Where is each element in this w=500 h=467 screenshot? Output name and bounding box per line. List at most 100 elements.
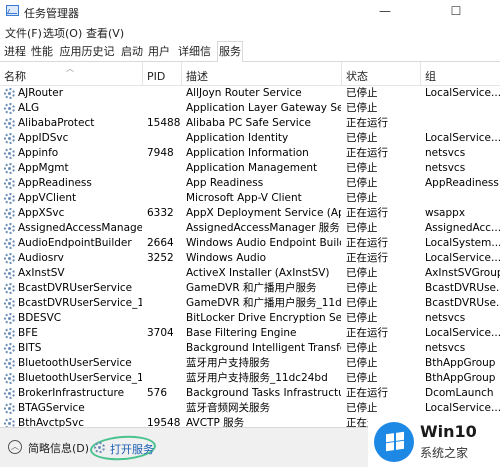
service-desc: Background Tasks Infrastructur... (186, 387, 341, 399)
column-description-label: 描述 (186, 70, 208, 83)
maximize-button[interactable]: ☐ (433, 0, 479, 24)
service-desc: AppX Deployment Service (Ap... (186, 207, 341, 219)
service-desc: Microsoft App-V Client (186, 192, 302, 204)
service-group: netsvcs (425, 162, 466, 174)
service-desc: 蓝牙音频网关服务 (186, 402, 270, 414)
service-row[interactable]: BcastDVRUserService GameDVR 和广播用户服务 已停止 Bca… (0, 281, 500, 296)
service-desc: Background Intelligent Transfer... (186, 342, 341, 354)
tab-details[interactable]: 详细信息 (173, 41, 216, 77)
service-row[interactable]: BDESVC BitLocker Drive Encryption Serv...… (0, 311, 500, 326)
service-status: 正在运行 (346, 252, 388, 264)
title-bar: 任务管理器 — ☐ (0, 0, 500, 24)
column-status-label: 状态 (346, 70, 368, 83)
service-row[interactable]: AJRouter AllJoyn Router Service 已停止 LocalSe… (0, 86, 500, 101)
service-group: netsvcs (425, 342, 466, 354)
service-name: AlibabaProtect (18, 117, 95, 129)
service-status: 已停止 (346, 282, 378, 294)
chevron-up-icon[interactable]: ︿ (8, 440, 22, 454)
service-status: 已停止 (346, 312, 378, 324)
service-desc: GameDVR 和广播用户服务 (186, 282, 317, 294)
service-status: 正在运行 (346, 117, 388, 129)
service-gear-icon (4, 208, 15, 219)
service-desc: Application Layer Gateway Serv... (186, 102, 341, 114)
service-row[interactable]: BITS Background Intelligent Transfer... 已停… (0, 341, 500, 356)
tab-processes[interactable]: 进程 (2, 41, 28, 61)
service-group: DcomLaunch (425, 387, 494, 399)
menu-view[interactable]: 查看(V) (86, 25, 124, 41)
service-name: BFE (18, 327, 38, 339)
service-row[interactable]: AppReadiness App Readiness 已停止 AppReadiness (0, 176, 500, 191)
service-name: ALG (18, 102, 40, 114)
tab-services[interactable]: 服务 (217, 41, 243, 62)
menu-options[interactable]: 选项(O) (43, 25, 82, 41)
service-status: 已停止 (346, 192, 378, 204)
service-row[interactable]: Audiosrv 3252 Windows Audio 正在运行 LocalServic… (0, 251, 500, 266)
service-gear-icon (4, 403, 15, 414)
service-gear-icon (4, 298, 15, 309)
watermark-site: 系统之家 (420, 446, 469, 460)
service-group: AssignedAcc... (425, 222, 500, 234)
tab-startup[interactable]: 启动 (119, 41, 145, 61)
service-gear-icon (4, 358, 15, 369)
service-status: 正在运行 (346, 147, 388, 159)
service-name: BcastDVRUserService (18, 282, 133, 294)
column-group-header[interactable]: 组 (421, 62, 500, 85)
service-row[interactable]: BTAGService 蓝牙音频网关服务 已停止 LocalService... (0, 401, 500, 416)
service-gear-icon (4, 238, 15, 249)
service-desc: Application Information (186, 147, 309, 159)
service-status: 已停止 (346, 342, 378, 354)
service-gear-icon (4, 373, 15, 384)
column-name-header[interactable]: ︿ 名称 (0, 62, 143, 85)
column-name-label: 名称 (4, 70, 26, 83)
service-pid: 15488 (147, 117, 181, 129)
service-pid: 3252 (147, 252, 174, 264)
service-name: AppVClient (18, 192, 77, 204)
service-pid: 7948 (147, 147, 174, 159)
service-group: netsvcs (425, 312, 466, 324)
task-manager-icon (6, 5, 19, 16)
service-row[interactable]: BluetoothUserService_11... 蓝牙用户支持服务_11dc2… (0, 371, 500, 386)
service-desc: BitLocker Drive Encryption Serv... (186, 312, 341, 324)
column-description-header[interactable]: 描述 (182, 62, 342, 85)
service-group: LocalService... (425, 252, 500, 264)
tab-app-history[interactable]: 应用历史记录 (56, 41, 118, 77)
service-gear-icon (4, 103, 15, 114)
service-status: 已停止 (346, 132, 378, 144)
service-name: BluetoothUserService (18, 357, 132, 369)
service-pid: 2664 (147, 237, 174, 249)
service-group: BthAppGroup (425, 372, 496, 384)
service-gear-icon (4, 133, 15, 144)
column-pid-label: PID (147, 70, 166, 83)
tab-users[interactable]: 用户 (146, 41, 172, 61)
service-group: wsappx (425, 207, 466, 219)
service-row[interactable]: Appinfo 7948 Application Information 正在运行 ne… (0, 146, 500, 161)
fewer-details-link[interactable]: 简略信息(D) (28, 440, 89, 456)
service-group: BthAppGroup (425, 357, 496, 369)
service-status: 已停止 (346, 177, 378, 189)
service-row[interactable]: AppXSvc 6332 AppX Deployment Service (Ap..… (0, 206, 500, 221)
open-services-label: 打开服务 (110, 443, 154, 456)
watermark-title: Win10 (420, 422, 477, 441)
service-name: Audiosrv (18, 252, 64, 264)
minimize-button[interactable]: — (362, 0, 408, 24)
service-row[interactable]: AppIDSvc Application Identity 已停止 LocalServ… (0, 131, 500, 146)
menu-file[interactable]: 文件(F) (5, 25, 42, 41)
service-row[interactable]: AlibabaProtect 15488 Alibaba PC Safe Servi… (0, 116, 500, 131)
service-row[interactable]: AxInstSV ActiveX Installer (AxInstSV) 已停止 A… (0, 266, 500, 281)
service-gear-icon (4, 418, 15, 427)
service-row[interactable]: AppVClient Microsoft App-V Client 已停止 (0, 191, 500, 206)
service-row[interactable]: AppMgmt Application Management 已停止 netsvcs (0, 161, 500, 176)
open-services-link[interactable]: 打开服务 (89, 433, 160, 463)
service-row[interactable]: BrokerInfrastructure 576 Background Tasks … (0, 386, 500, 401)
service-row[interactable]: BluetoothUserService 蓝牙用户支持服务 已停止 BthAppGro… (0, 356, 500, 371)
service-row[interactable]: AssignedAccessManager... AssignedAccessMa… (0, 221, 500, 236)
column-status-header[interactable]: 状态 (342, 62, 421, 85)
service-status: 已停止 (346, 372, 378, 384)
service-name: AppMgmt (18, 162, 69, 174)
tab-performance[interactable]: 性能 (29, 41, 55, 61)
service-row[interactable]: ALG Application Layer Gateway Serv... 已停止 (0, 101, 500, 116)
service-row[interactable]: AudioEndpointBuilder 2664 Windows Audio En… (0, 236, 500, 251)
service-row[interactable]: BFE 3704 Base Filtering Engine 正在运行 LocalSer… (0, 326, 500, 341)
column-pid-header[interactable]: PID (143, 62, 182, 85)
service-row[interactable]: BcastDVRUserService_11... GameDVR 和广播用户服务… (0, 296, 500, 311)
